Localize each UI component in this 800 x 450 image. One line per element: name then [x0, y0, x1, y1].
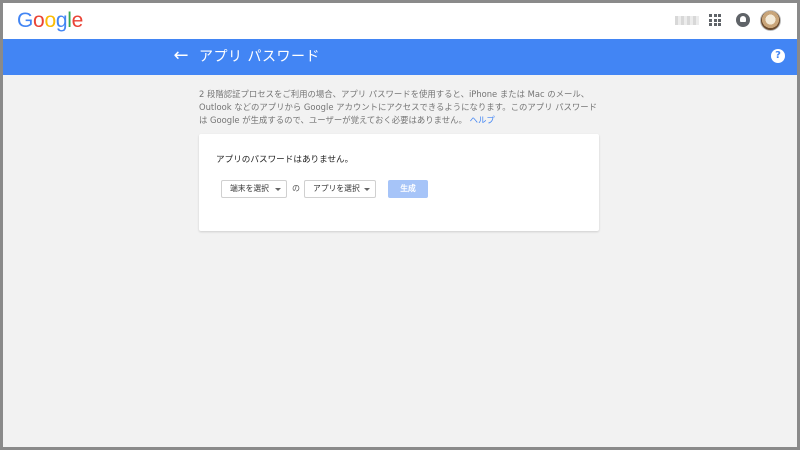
blurred-account-name [675, 16, 699, 25]
help-link[interactable]: ヘルプ [470, 115, 495, 125]
chevron-down-icon [364, 188, 370, 191]
description-body: 2 段階認証プロセスをご利用の場合、アプリ パスワードを使用すると、iPhone… [199, 89, 597, 125]
apps-grid-icon[interactable] [709, 14, 721, 26]
app-select-label: アプリを選択 [313, 184, 360, 193]
empty-state-message: アプリのパスワードはありません。 [216, 155, 354, 165]
top-header: Google [3, 3, 797, 39]
device-select-label: 端末を選択 [230, 184, 269, 193]
app-passwords-card: アプリのパスワードはありません。 端末を選択 の アプリを選択 生成 [199, 134, 599, 231]
description-text: 2 段階認証プロセスをご利用の場合、アプリ パスワードを使用すると、iPhone… [199, 88, 599, 127]
avatar[interactable] [760, 10, 781, 31]
generate-button[interactable]: 生成 [388, 180, 428, 198]
notifications-icon[interactable] [736, 13, 750, 27]
title-bar: ← アプリ パスワード ? [3, 39, 797, 75]
device-select[interactable]: 端末を選択 [221, 180, 287, 198]
chevron-down-icon [275, 188, 281, 191]
app-select[interactable]: アプリを選択 [304, 180, 376, 198]
page-title: アプリ パスワード [199, 49, 320, 65]
back-arrow-icon[interactable]: ← [171, 46, 191, 66]
of-label: の [292, 184, 300, 193]
help-icon[interactable]: ? [771, 49, 785, 63]
google-logo[interactable]: Google [17, 9, 83, 33]
app-window: Google ← アプリ パスワード ? 2 段階認証プロセスをご利用の場合、ア… [3, 3, 797, 447]
